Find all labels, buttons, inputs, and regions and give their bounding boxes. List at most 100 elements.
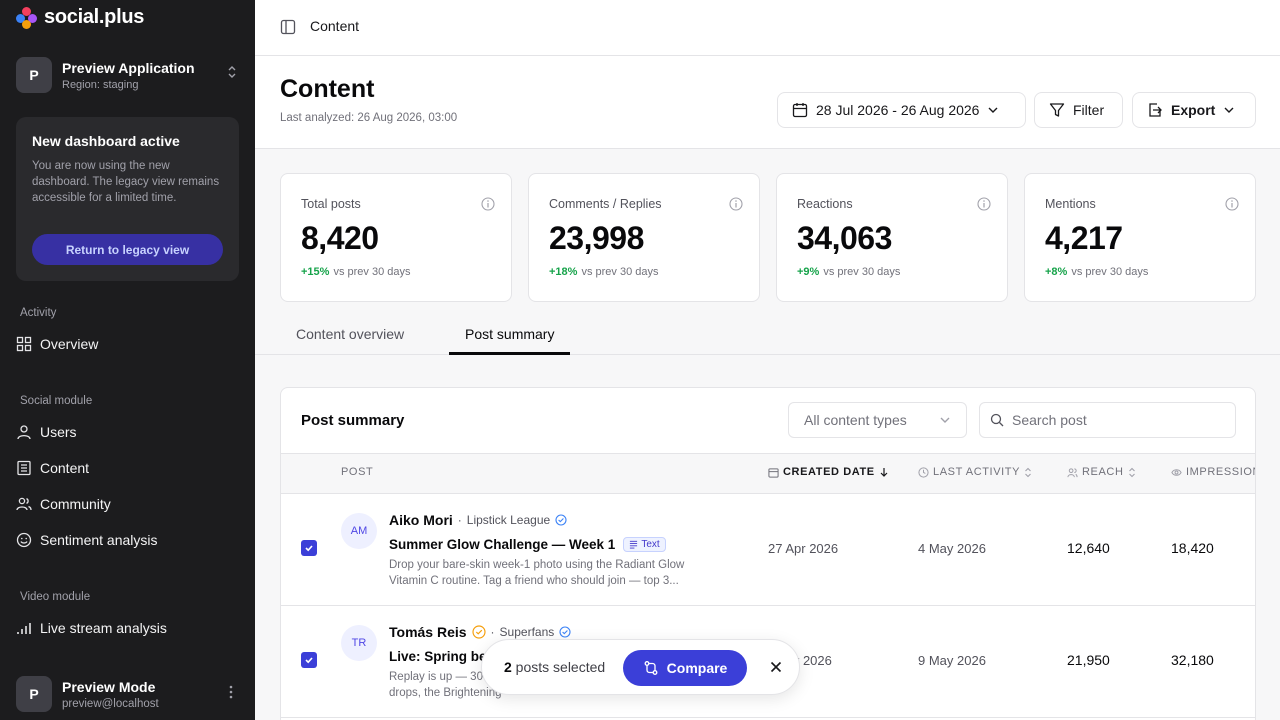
- stat-label: Comments / Replies: [549, 197, 662, 211]
- stat-delta: +9% vs prev 30 days: [797, 266, 900, 278]
- brand-logo[interactable]: social.plus: [16, 6, 144, 29]
- verified-icon: [555, 514, 567, 526]
- export-icon: [1149, 103, 1162, 117]
- post-title-text[interactable]: Summer Glow Challenge — Week 1: [389, 537, 615, 552]
- document-icon: [17, 460, 31, 476]
- filter-button[interactable]: Filter: [1034, 92, 1123, 128]
- column-last-activity[interactable]: LAST ACTIVITY: [918, 466, 1032, 478]
- community-name[interactable]: Superfans: [500, 625, 555, 639]
- stat-card-total-posts: Total posts 8,420 +15% vs prev 30 days: [280, 173, 512, 302]
- info-icon[interactable]: [729, 197, 743, 216]
- active-tab-indicator: [449, 352, 570, 355]
- app-switcher[interactable]: P Preview Application Region: staging: [16, 55, 239, 95]
- date-range-label: 28 Jul 2026 - 26 Aug 2026: [816, 102, 980, 118]
- column-reach[interactable]: REACH: [1067, 466, 1136, 478]
- column-impressions[interactable]: IMPRESSIONS: [1171, 466, 1255, 478]
- created-date: r 2026: [795, 653, 832, 668]
- notice-title: New dashboard active: [32, 133, 180, 149]
- author-name[interactable]: Tomás Reis: [389, 624, 467, 640]
- export-button[interactable]: Export: [1132, 92, 1256, 128]
- nav-section-video: Video module: [20, 591, 91, 603]
- table-row[interactable]: AM Aiko Mori · Lipstick League Summer Gl…: [281, 494, 1255, 606]
- date-range-picker[interactable]: 28 Jul 2026 - 26 Aug 2026: [777, 92, 1026, 128]
- chevron-down-icon: [940, 417, 950, 423]
- brand-name: social.plus: [44, 6, 145, 28]
- stat-delta: +8% vs prev 30 days: [1045, 266, 1148, 278]
- sidebar-item-users[interactable]: Users: [16, 420, 77, 444]
- signal-bars-icon: [17, 623, 31, 634]
- separator-dot: ·: [457, 513, 462, 527]
- tab-post-summary[interactable]: Post summary: [465, 326, 554, 342]
- app-avatar: P: [16, 57, 52, 93]
- author-name[interactable]: Aiko Mori: [389, 512, 453, 528]
- sidebar-item-overview[interactable]: Overview: [16, 332, 98, 356]
- stat-value: 4,217: [1045, 220, 1123, 256]
- page-header: Content Last analyzed: 26 Aug 2026, 03:0…: [255, 56, 1280, 149]
- created-date: 27 Apr 2026: [768, 541, 839, 556]
- app-region: Region: staging: [62, 78, 139, 91]
- stat-label: Mentions: [1045, 197, 1096, 211]
- user-email: preview@localhost: [62, 697, 159, 710]
- impressions-value: 32,180: [1171, 652, 1214, 668]
- search-icon: [990, 413, 1004, 427]
- column-created-date[interactable]: CREATED DATE: [768, 466, 889, 478]
- compare-label: Compare: [666, 660, 728, 676]
- last-activity: 4 May 2026: [918, 541, 986, 556]
- top-bar: Content: [255, 0, 1280, 56]
- more-vertical-icon[interactable]: [229, 685, 233, 702]
- notice-text: You are now using the new dashboard. The…: [32, 160, 220, 204]
- filter-icon: [1049, 103, 1065, 117]
- tab-bar: Content overview Post summary: [255, 316, 1280, 355]
- sidebar-item-community[interactable]: Community: [16, 492, 111, 516]
- verified-badge-icon: [471, 625, 486, 639]
- stat-card-comments: Comments / Replies 23,998 +18% vs prev 30…: [528, 173, 760, 302]
- stat-value: 34,063: [797, 220, 892, 256]
- return-legacy-button[interactable]: Return to legacy view: [32, 234, 223, 265]
- stat-card-mentions: Mentions 4,217 +8% vs prev 30 days: [1024, 173, 1256, 302]
- sidebar-item-label: Sentiment analysis: [40, 532, 158, 548]
- search-box: [979, 402, 1236, 438]
- sidebar-item-label: Users: [40, 424, 77, 440]
- tab-content-overview[interactable]: Content overview: [296, 326, 404, 342]
- column-label: REACH: [1082, 466, 1124, 478]
- last-activity: 9 May 2026: [918, 653, 986, 668]
- user-profile[interactable]: P Preview Mode preview@localhost: [16, 675, 239, 713]
- reach-value: 12,640: [1067, 540, 1110, 556]
- verified-icon: [559, 626, 571, 638]
- stat-delta: +15% vs prev 30 days: [301, 266, 411, 278]
- nav-section-activity: Activity: [20, 307, 57, 319]
- info-icon[interactable]: [977, 197, 991, 216]
- page-title: Content: [280, 75, 375, 103]
- stat-compare: vs prev 30 days: [823, 266, 901, 278]
- sidebar-item-label: Content: [40, 460, 90, 476]
- calendar-icon: [768, 467, 779, 478]
- table-header: POST CREATED DATE LAST ACTIVITY REACH IM…: [281, 453, 1255, 494]
- user-name: Preview Mode: [62, 678, 156, 695]
- sidebar-toggle-icon[interactable]: [280, 19, 296, 40]
- post-excerpt: Drop your bare-skin week-1 photo using t…: [389, 559, 685, 587]
- chevron-down-icon: [1224, 107, 1234, 113]
- close-icon[interactable]: [767, 658, 785, 681]
- sidebar-item-content[interactable]: Content: [16, 456, 89, 480]
- post-author: Aiko Mori · Lipstick League: [389, 512, 567, 528]
- sidebar-item-sentiment[interactable]: Sentiment analysis: [16, 528, 158, 552]
- row-checkbox[interactable]: [301, 652, 317, 668]
- stat-compare: vs prev 30 days: [1071, 266, 1149, 278]
- row-checkbox[interactable]: [301, 540, 317, 556]
- info-icon[interactable]: [481, 197, 495, 216]
- community-name[interactable]: Lipstick League: [467, 513, 550, 527]
- info-icon[interactable]: [1225, 197, 1239, 216]
- filter-label: Filter: [1073, 102, 1105, 118]
- stat-label: Reactions: [797, 197, 853, 211]
- post-author: Tomás Reis · Superfans: [389, 624, 571, 640]
- sidebar-item-livestream[interactable]: Live stream analysis: [16, 616, 167, 640]
- new-dashboard-notice: New dashboard active You are now using t…: [16, 117, 239, 281]
- stat-card-reactions: Reactions 34,063 +9% vs prev 30 days: [776, 173, 1008, 302]
- content-type-select[interactable]: All content types: [788, 402, 967, 438]
- post-title-text[interactable]: Live: Spring bea: [389, 649, 494, 664]
- separator-dot: ·: [490, 625, 495, 639]
- compare-button[interactable]: Compare: [623, 650, 747, 686]
- search-input[interactable]: [1012, 412, 1222, 428]
- sidebar-item-label: Live stream analysis: [40, 620, 167, 636]
- stat-compare: vs prev 30 days: [333, 266, 411, 278]
